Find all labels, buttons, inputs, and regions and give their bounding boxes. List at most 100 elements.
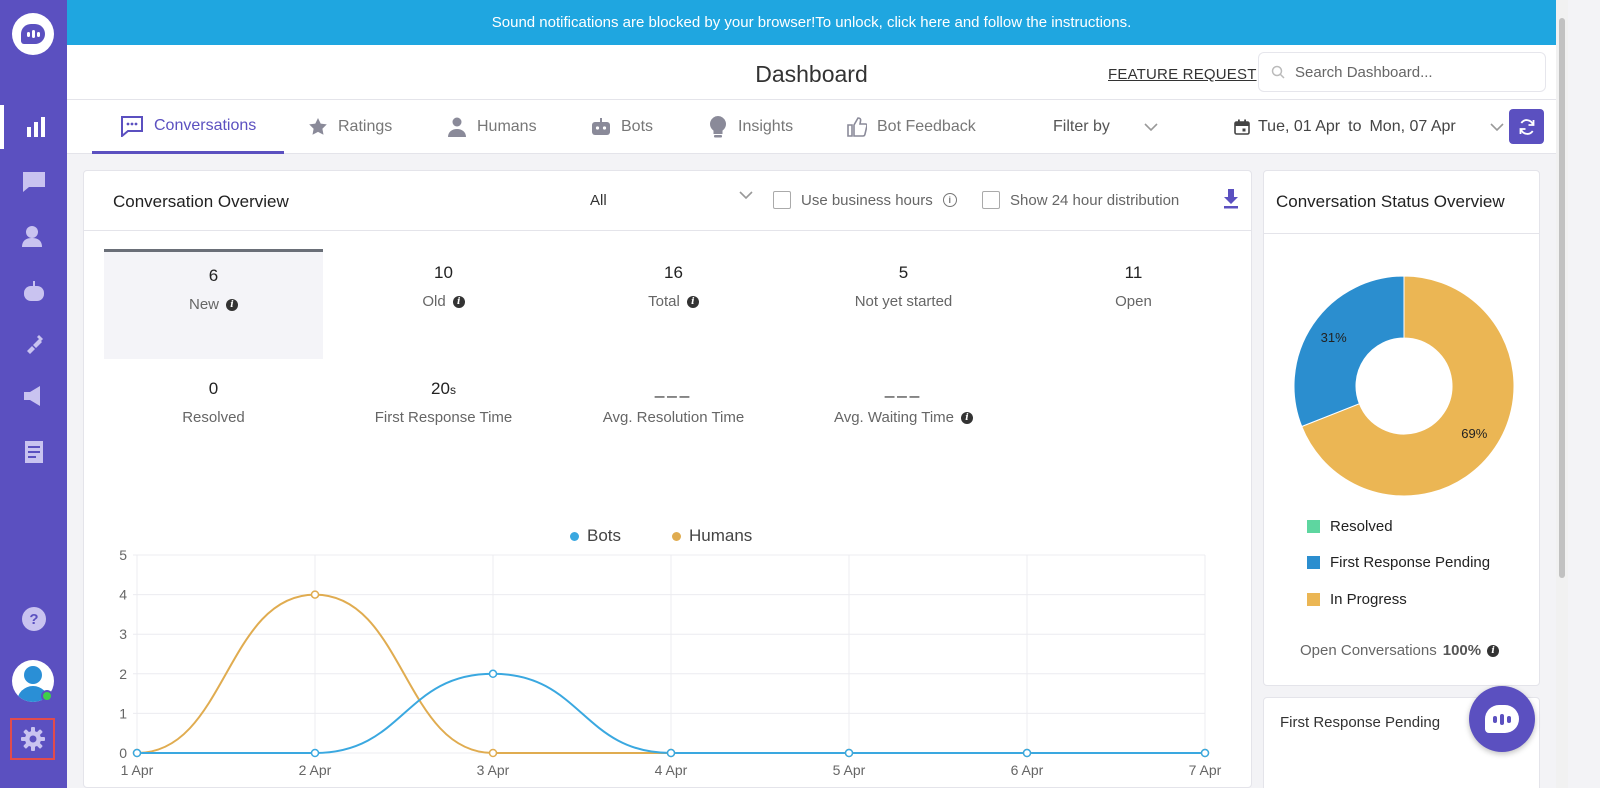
tab-bot-feedback[interactable]: Bot Feedback [847, 100, 976, 154]
scrollbar-thumb[interactable] [1559, 18, 1565, 578]
info-icon[interactable]: i [961, 411, 974, 424]
metric-new[interactable]: 6 New i [104, 249, 323, 359]
filter-label: Filter by [1053, 118, 1110, 135]
metric-not-yet-started[interactable]: 5 Not yet started [794, 249, 1013, 359]
overview-title: Conversation Overview [113, 192, 289, 211]
tab-conversations[interactable]: Conversations [92, 100, 285, 154]
sidebar-item-bots[interactable] [0, 270, 67, 314]
sidebar-item-settings[interactable] [10, 718, 55, 760]
status-overview-card: Conversation Status Overview 69% 31% Reso… [1263, 170, 1540, 686]
x-tick-label: 4 Apr [655, 762, 688, 778]
tab-label: Bots [621, 118, 654, 135]
metric-label: Avg. Resolution Time [602, 409, 745, 426]
legend-label: First Response Pending [1330, 554, 1491, 571]
chevron-down-icon [1490, 123, 1504, 131]
status-legend-resolved[interactable]: Resolved [1307, 518, 1393, 535]
sidebar-item-conversations[interactable] [0, 160, 67, 204]
scrollbar[interactable] [1556, 0, 1568, 788]
data-point-humans[interactable] [488, 748, 498, 758]
header: Dashboard FEATURE REQUEST [67, 45, 1556, 100]
search-input[interactable] [1295, 63, 1525, 81]
checkbox[interactable] [982, 191, 1000, 209]
chat-icon [121, 115, 143, 137]
checkbox[interactable] [773, 191, 791, 209]
contacts-icon [21, 226, 42, 247]
info-icon[interactable]: i [686, 295, 699, 308]
overview-filter-select[interactable]: All [590, 192, 607, 209]
overview-header: Conversation Overview All Use business h… [84, 171, 1251, 231]
status-legend-in-progress[interactable]: In Progress [1307, 591, 1407, 608]
tab-label: Humans [477, 118, 537, 135]
legend-swatch [1307, 520, 1320, 533]
business-hours-label: Use business hours [801, 191, 933, 209]
sidebar-item-help[interactable]: ? [0, 597, 67, 641]
filter-dropdown[interactable]: Filter by [1053, 100, 1158, 154]
sidebar-item-contacts[interactable] [0, 214, 67, 258]
tab-humans[interactable]: Humans [447, 100, 537, 154]
sidebar: ? [0, 0, 67, 788]
data-point-bots[interactable] [488, 669, 498, 679]
data-point-bots[interactable] [132, 748, 142, 758]
download-icon[interactable] [1223, 189, 1239, 209]
search-icon [1271, 65, 1285, 79]
business-hours-checkbox[interactable]: Use business hours i [773, 191, 957, 209]
donut-slice-first-response-pending[interactable] [1293, 275, 1405, 428]
banner-text[interactable]: Sound notifications are blocked by your … [492, 14, 1132, 31]
bot-icon [592, 118, 610, 135]
data-point-bots[interactable] [1022, 748, 1032, 758]
chat-bubble-icon [21, 24, 45, 44]
metric-value: 5 [898, 263, 909, 282]
sidebar-item-articles[interactable] [0, 430, 67, 474]
metric-value: 16 [664, 263, 683, 282]
metric-value: 11 [1124, 263, 1143, 282]
metric-open[interactable]: 11 Open [1024, 249, 1243, 359]
chevron-down-icon[interactable] [739, 191, 753, 199]
sidebar-item-campaigns[interactable] [0, 374, 67, 418]
thumbs-up-icon [847, 117, 867, 137]
metric-avg-waiting-time[interactable]: ___ Avg. Waiting Time i [794, 365, 1013, 475]
info-icon[interactable]: i [942, 193, 957, 207]
chat-widget-button[interactable] [1469, 686, 1535, 752]
sidebar-item-reports[interactable] [0, 105, 67, 149]
x-tick-label: 2 Apr [299, 762, 332, 778]
sidebar-item-integrations[interactable] [0, 322, 67, 366]
tab-label: Insights [738, 118, 794, 135]
metric-total[interactable]: 16 Total i [564, 249, 783, 359]
metric-first-response-time[interactable]: 20s First Response Time [334, 365, 553, 475]
data-point-humans[interactable] [310, 590, 320, 599]
feature-request-link[interactable]: FEATURE REQUEST [1108, 66, 1257, 83]
info-icon[interactable]: i [452, 295, 465, 308]
y-tick-label: 2 [119, 666, 127, 682]
metric-label: Not yet started [854, 293, 953, 310]
tab-insights[interactable]: Insights [708, 100, 793, 154]
status-legend-first-response-pending[interactable]: First Response Pending [1307, 554, 1490, 571]
open-conversations-summary: Open Conversations 100% i [1300, 642, 1500, 659]
metric-label: New [188, 296, 219, 313]
metric-avg-resolution-time[interactable]: ___ Avg. Resolution Time [564, 365, 783, 475]
metric-resolved[interactable]: 0 Resolved [104, 365, 323, 475]
info-icon[interactable]: i [226, 298, 238, 311]
app-logo[interactable] [12, 13, 54, 55]
data-point-bots[interactable] [844, 748, 854, 758]
donut-slice-label: 31% [1321, 330, 1347, 345]
date-range-picker[interactable]: Tue, 01 Apr to Mon, 07 Apr [1234, 100, 1504, 154]
legend-label: In Progress [1330, 591, 1407, 608]
data-point-bots[interactable] [1200, 748, 1210, 758]
metric-old[interactable]: 10 Old i [334, 249, 553, 359]
metric-label: Total [648, 293, 680, 310]
tab-bots[interactable]: Bots [591, 100, 653, 154]
metric-unit: s [449, 383, 456, 397]
search-box[interactable] [1258, 52, 1546, 92]
notification-banner[interactable]: Sound notifications are blocked by your … [67, 0, 1556, 45]
conversations-line-chart: 0 1 2 3 4 5 1 Apr 2 Apr 3 Apr 4 Apr 5 Apr 6 Apr 7 Ap… [119, 547, 1221, 778]
info-icon[interactable]: i [1487, 644, 1500, 657]
tab-ratings[interactable]: Ratings [308, 100, 392, 154]
data-point-bots[interactable] [666, 748, 676, 758]
date-separator: to [1348, 118, 1362, 135]
y-tick-label: 3 [119, 626, 127, 642]
data-point-bots[interactable] [310, 748, 320, 758]
bulb-icon [710, 116, 726, 138]
distribution-checkbox[interactable]: Show 24 hour distribution [982, 191, 1179, 209]
metric-label: Open [1115, 293, 1152, 310]
refresh-button[interactable] [1509, 109, 1544, 144]
